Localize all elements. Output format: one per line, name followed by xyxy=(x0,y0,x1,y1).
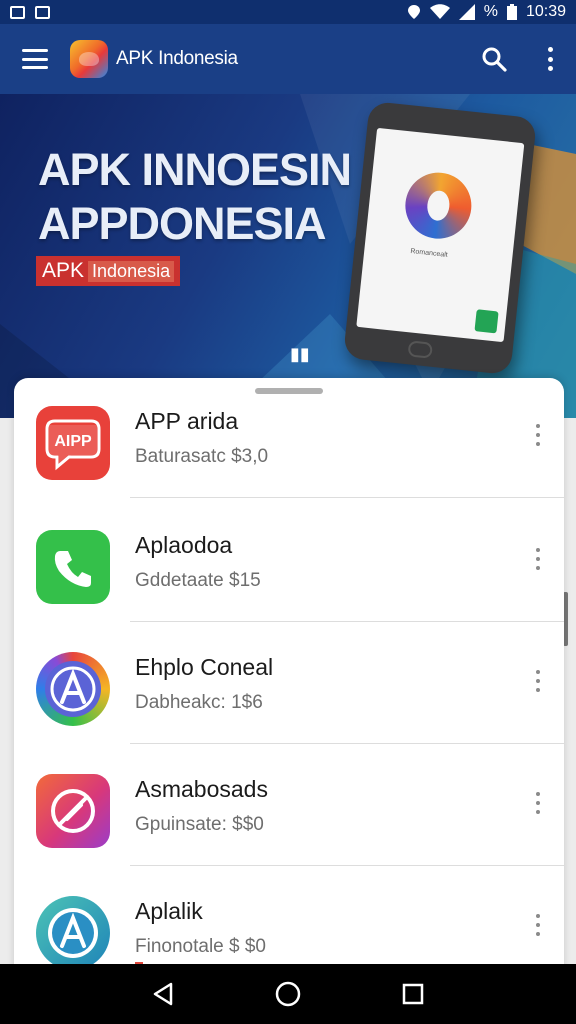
more-vert-icon[interactable] xyxy=(534,792,542,814)
back-icon[interactable] xyxy=(143,974,183,1014)
phone-home-button xyxy=(407,340,434,359)
more-vert-icon[interactable] xyxy=(534,670,542,692)
app-logo xyxy=(70,40,108,78)
hero-headline-line2: APPDONESIA xyxy=(38,198,327,249)
phone-button-icon xyxy=(474,309,499,334)
divider xyxy=(130,865,564,866)
recents-icon[interactable] xyxy=(393,974,433,1014)
app-price: Baturasatc $3,0 xyxy=(135,446,269,467)
image-notification-icon xyxy=(35,5,50,19)
compass-icon xyxy=(36,774,110,848)
divider xyxy=(130,497,564,498)
status-bar: % 10:39 xyxy=(0,0,576,24)
search-icon[interactable] xyxy=(478,43,510,75)
list-item[interactable]: Ehplo Coneal Dabheakc: 1$6 xyxy=(14,624,564,744)
app-price: Gpuinsate: $$0 xyxy=(135,814,264,835)
phone-screen: Romancealt xyxy=(356,127,525,343)
app-store-a-icon xyxy=(36,896,110,970)
app-bar: APK Indonesia xyxy=(0,24,576,94)
list-item[interactable]: AIPP APP arida Baturasatc $3,0 xyxy=(14,378,564,498)
location-icon xyxy=(407,4,421,20)
menu-icon[interactable] xyxy=(22,49,48,69)
navigation-bar xyxy=(0,964,576,1024)
battery-icon xyxy=(506,4,517,20)
list-item[interactable]: Aplaodoa Gddetaate $15 xyxy=(14,502,564,622)
app-name: Aplaodoa xyxy=(135,532,233,558)
app-name: Asmabosads xyxy=(135,776,268,802)
more-vert-icon[interactable] xyxy=(546,47,554,71)
apk-badge-text: AIPP xyxy=(54,433,92,450)
hero-tag-sub: Indonesia xyxy=(88,260,175,282)
hero-tag-main: APK xyxy=(42,259,85,282)
hero-banner[interactable]: APK INNOESIN APPDONESIA APK Indonesia Ro… xyxy=(0,94,576,418)
image-notification-icon xyxy=(10,5,25,19)
phone-icon xyxy=(36,530,110,604)
battery-percent: % xyxy=(483,3,498,20)
divider xyxy=(130,621,564,622)
app-price: Finonotale $ $0 xyxy=(135,936,266,957)
system-icons: % 10:39 xyxy=(407,3,566,21)
notification-icons xyxy=(10,5,50,19)
more-vert-icon[interactable] xyxy=(534,424,542,446)
hero-headline-line1: APK INNOESIN xyxy=(38,144,352,195)
app-store-a-icon xyxy=(36,652,110,726)
app-price: Gddetaate $15 xyxy=(135,570,261,591)
home-icon[interactable] xyxy=(268,974,308,1014)
phone-illustration: Romancealt xyxy=(342,100,538,376)
app-name: APP arida xyxy=(135,408,239,434)
divider xyxy=(130,743,564,744)
app-price: Dabheakc: 1$6 xyxy=(135,692,263,713)
list-item[interactable]: Asmabosads Gpuinsate: $$0 xyxy=(14,746,564,866)
app-name: Aplalik xyxy=(135,898,203,924)
app-title: APK Indonesia xyxy=(116,48,238,69)
more-vert-icon[interactable] xyxy=(534,914,542,936)
wifi-icon xyxy=(429,4,450,20)
app-list-sheet: AIPP APP arida Baturasatc $3,0 Aplaodoa … xyxy=(14,378,564,978)
app-name: Ehplo Coneal xyxy=(135,654,274,680)
more-vert-icon[interactable] xyxy=(534,548,542,570)
phone-caption: Romancealt xyxy=(410,248,448,259)
clock: 10:39 xyxy=(525,3,566,20)
signal-icon xyxy=(458,4,475,20)
hero-decoration-icon: ▮▮ xyxy=(290,344,310,364)
apk-badge-icon: AIPP xyxy=(36,406,110,480)
phone-app-logo xyxy=(402,169,475,242)
hero-tag: APK Indonesia xyxy=(36,256,181,286)
list-item[interactable]: Aplalik Finonotale $ $0 sgmaomaa xyxy=(14,868,564,978)
